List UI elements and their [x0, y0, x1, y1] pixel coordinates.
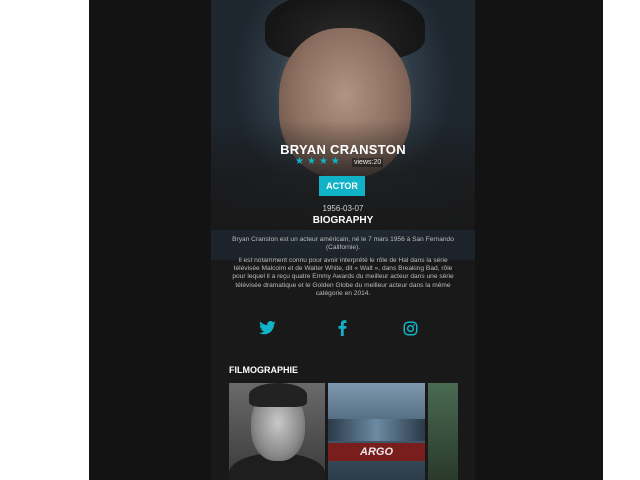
- actor-detail-screen: BRYAN CRANSTON ★ ★ ★ ★ views:20 ACTOR 19…: [211, 0, 475, 480]
- facebook-icon: [338, 320, 346, 336]
- instagram-link[interactable]: [400, 319, 420, 337]
- film-poster[interactable]: [428, 383, 458, 480]
- role-badge-button[interactable]: ACTOR: [319, 176, 365, 196]
- views-count: views:20: [352, 158, 384, 167]
- star-icon: ★: [330, 156, 340, 167]
- birth-date: 1956-03-07: [322, 204, 364, 213]
- instagram-icon: [403, 321, 417, 335]
- star-icon: ★: [306, 156, 316, 167]
- film-poster[interactable]: ARGO: [328, 383, 425, 480]
- biography-paragraph: Il est notamment connu pour avoir interp…: [232, 257, 454, 297]
- actor-name: BRYAN CRANSTON: [280, 142, 406, 157]
- star-icon: ★: [295, 156, 304, 167]
- biography-paragraph: Bryan Cranston est un acteur américain, …: [232, 236, 454, 252]
- biography-title: BIOGRAPHY: [312, 215, 374, 226]
- twitter-icon: [258, 321, 276, 335]
- film-poster-title: ARGO: [360, 446, 393, 458]
- star-icon: ★: [318, 156, 328, 167]
- film-poster[interactable]: [229, 383, 325, 480]
- rating-stars: ★ ★ ★ ★: [295, 157, 340, 167]
- twitter-link[interactable]: [257, 319, 277, 337]
- facebook-link[interactable]: [332, 319, 352, 337]
- filmography-title: FILMOGRAPHIE: [229, 365, 298, 375]
